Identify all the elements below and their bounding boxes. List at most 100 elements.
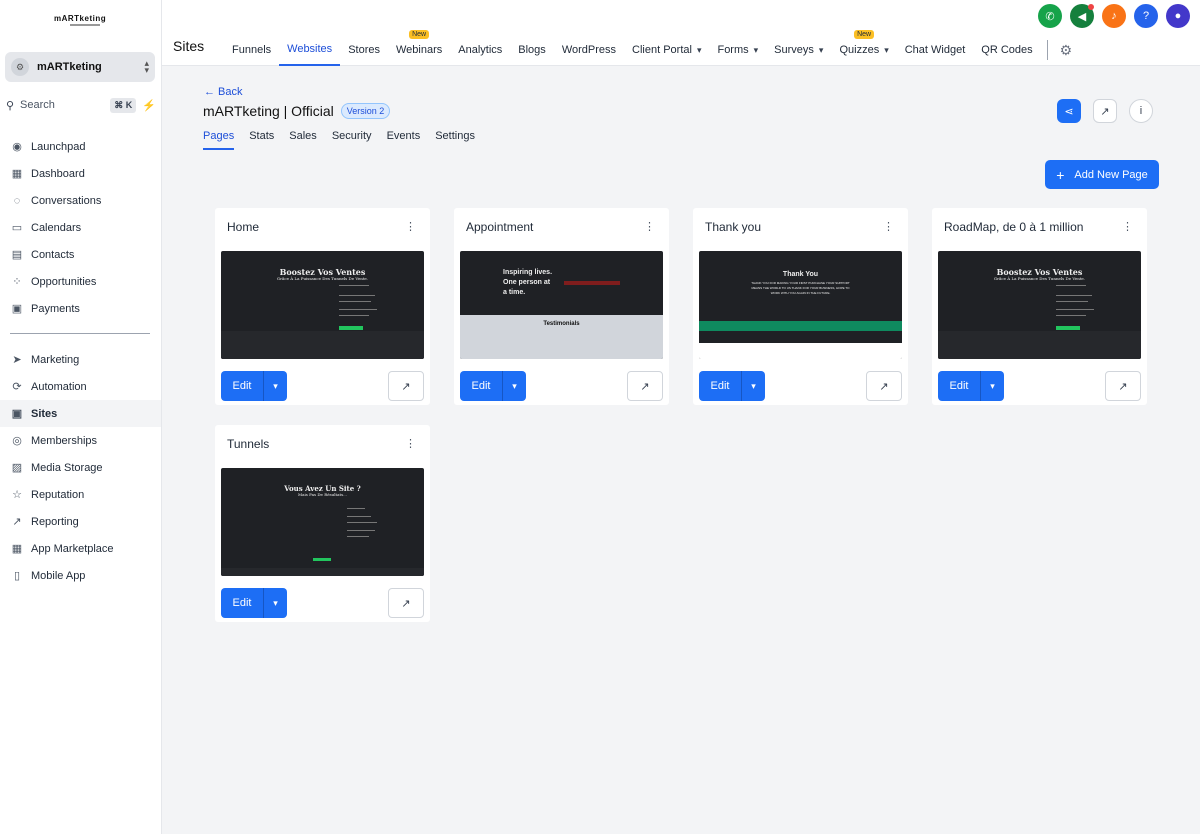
thumb-green-band xyxy=(699,321,902,331)
lightning-icon[interactable]: ⚡ xyxy=(142,99,156,112)
sidebar-item-opportunities[interactable]: ⁘ Opportunities xyxy=(0,268,161,295)
more-vertical-icon[interactable]: ⋮ xyxy=(405,437,416,450)
subtab-security[interactable]: Security xyxy=(332,130,372,150)
page-thumbnail[interactable]: Boostez Vos Ventes Grâce À La Puissance D… xyxy=(221,251,424,359)
sidebar-item-contacts[interactable]: ▤ Contacts xyxy=(0,241,161,268)
sidebar-item-automation[interactable]: ⟳ Automation xyxy=(0,373,161,400)
tab-label: QR Codes xyxy=(981,44,1033,56)
open-page-button[interactable]: ↗ xyxy=(388,588,424,618)
sidebar-item-media-storage[interactable]: ▨ Media Storage xyxy=(0,454,161,481)
sidebar: mARTketing ⚙ mARTketing ▴ ▾ ⚲ Search ⌘ K … xyxy=(0,0,162,834)
tab-stores[interactable]: Stores xyxy=(340,34,388,66)
chevron-down-icon: ▾ xyxy=(273,380,278,391)
open-page-button[interactable]: ↗ xyxy=(1105,371,1141,401)
edit-button[interactable]: Edit xyxy=(699,371,741,401)
new-badge: New xyxy=(854,30,875,39)
subtab-stats[interactable]: Stats xyxy=(249,130,274,150)
tab-label: WordPress xyxy=(561,44,617,56)
tab-blogs[interactable]: Blogs xyxy=(510,34,554,66)
brand-logo[interactable]: mARTketing xyxy=(54,14,106,23)
edit-button[interactable]: Edit xyxy=(221,588,263,618)
thumb-button xyxy=(1056,326,1080,330)
edit-button[interactable]: Edit xyxy=(460,371,502,401)
page-thumbnail[interactable]: Inspiring lives. One person at a time. Test… xyxy=(460,251,663,359)
more-vertical-icon[interactable]: ⋮ xyxy=(1122,220,1133,233)
edit-dropdown-button[interactable]: ▾ xyxy=(980,371,1004,401)
edit-dropdown-button[interactable]: ▾ xyxy=(502,371,526,401)
more-vertical-icon[interactable]: ⋮ xyxy=(405,220,416,233)
share-button[interactable]: ⋖ xyxy=(1057,99,1081,123)
tab-surveys[interactable]: Surveys ▾ xyxy=(766,34,831,66)
more-vertical-icon[interactable]: ⋮ xyxy=(883,220,894,233)
edit-dropdown-button[interactable]: ▾ xyxy=(741,371,765,401)
open-page-button[interactable]: ↗ xyxy=(388,371,424,401)
tab-label: Chat Widget xyxy=(904,44,966,56)
sidebar-item-calendars[interactable]: ▭ Calendars xyxy=(0,214,161,241)
sidebar-item-reputation[interactable]: ☆ Reputation xyxy=(0,481,161,508)
sidebar-item-app-marketplace[interactable]: ▦ App Marketplace xyxy=(0,535,161,562)
sidebar-item-sites[interactable]: ▣ Sites xyxy=(0,400,161,427)
sidebar-item-conversations[interactable]: ◌ Conversations xyxy=(0,187,161,214)
tab-forms[interactable]: Forms ▾ xyxy=(709,34,766,66)
tab-wordpress[interactable]: WordPress xyxy=(554,34,624,66)
external-link-icon: ↗ xyxy=(401,597,411,610)
edit-button-group: Edit ▾ xyxy=(699,371,765,401)
edit-dropdown-button[interactable]: ▾ xyxy=(263,588,287,618)
logo-underline xyxy=(70,24,100,26)
sidebar-search[interactable]: ⚲ Search ⌘ K ⚡ xyxy=(6,96,156,114)
page-thumbnail[interactable]: Boostez Vos Ventes Grâce À La Puissance D… xyxy=(938,251,1141,359)
sidebar-item-mobile-app[interactable]: ▯ Mobile App xyxy=(0,562,161,589)
page-card: Appointment ⋮ Inspiring lives. One person a… xyxy=(454,208,669,405)
tab-funnels[interactable]: Funnels xyxy=(224,34,279,66)
edit-button[interactable]: Edit xyxy=(221,371,263,401)
open-page-button[interactable]: ↗ xyxy=(866,371,902,401)
back-link[interactable]: ← Back xyxy=(204,86,243,98)
sites-icon: ▣ xyxy=(11,408,23,420)
sidebar-item-payments[interactable]: ▣ Payments xyxy=(0,295,161,322)
phone-icon[interactable]: ✆ xyxy=(1038,4,1062,28)
help-icon[interactable]: ? xyxy=(1134,4,1158,28)
sidebar-item-reporting[interactable]: ↗ Reporting xyxy=(0,508,161,535)
tab-label: Client Portal xyxy=(632,44,692,56)
sidebar-item-launchpad[interactable]: ◉ Launchpad xyxy=(0,133,161,160)
info-button[interactable]: i xyxy=(1129,99,1153,123)
external-link-icon: ↗ xyxy=(879,380,889,393)
thumb-text-line xyxy=(1056,309,1094,310)
tab-analytics[interactable]: Analytics xyxy=(450,34,510,66)
external-link-icon: ↗ xyxy=(1100,105,1110,118)
page-card: RoadMap, de 0 à 1 million ⋮ Boostez Vos Ve… xyxy=(932,208,1147,405)
open-site-button[interactable]: ↗ xyxy=(1093,99,1117,123)
tab-chat-widget[interactable]: Chat Widget xyxy=(897,34,974,66)
tab-quizzes[interactable]: Quizzes ▾ New xyxy=(831,30,896,66)
chevron-down-icon: ▾ xyxy=(512,380,517,391)
edit-dropdown-button[interactable]: ▾ xyxy=(263,371,287,401)
thumb-subheadline: Grâce À La Puissance Des Tunnels De Vent… xyxy=(993,276,1086,281)
sidebar-nav-bottom: ➤ Marketing ⟳ Automation ▣ Sites ◎ Memberships ▨… xyxy=(0,346,161,589)
subtab-events[interactable]: Events xyxy=(387,130,421,150)
sidebar-item-memberships[interactable]: ◎ Memberships xyxy=(0,427,161,454)
account-switcher[interactable]: ⚙ mARTketing ▴ ▾ xyxy=(5,52,155,82)
avatar[interactable]: ● xyxy=(1166,4,1190,28)
tab-qr-codes[interactable]: QR Codes xyxy=(973,34,1040,66)
sidebar-item-label: Marketing xyxy=(31,353,80,366)
gear-icon[interactable]: ⚙ xyxy=(1054,34,1079,66)
tab-client-portal[interactable]: Client Portal ▾ xyxy=(624,34,709,66)
page-thumbnail[interactable]: Vous Avez Un Site ? Mais Pas De Résultats… xyxy=(221,468,424,576)
tab-label: Stores xyxy=(348,44,380,56)
page-thumbnail[interactable]: Thank You THANK YOU FOR MAKING YOUR FIRST… xyxy=(699,251,902,359)
tab-websites[interactable]: Websites xyxy=(279,34,341,66)
sidebar-item-dashboard[interactable]: ▦ Dashboard xyxy=(0,160,161,187)
edit-button[interactable]: Edit xyxy=(938,371,980,401)
bell-icon[interactable]: ♪ xyxy=(1102,4,1126,28)
subtab-sales[interactable]: Sales xyxy=(289,130,317,150)
add-new-page-button[interactable]: + Add New Page xyxy=(1045,160,1159,189)
megaphone-icon[interactable]: ◀ xyxy=(1070,4,1094,28)
sidebar-item-marketing[interactable]: ➤ Marketing xyxy=(0,346,161,373)
chevron-updown-icon: ▴ ▾ xyxy=(144,58,149,75)
open-page-button[interactable]: ↗ xyxy=(627,371,663,401)
version-badge[interactable]: Version 2 xyxy=(340,103,391,119)
subtab-settings[interactable]: Settings xyxy=(435,130,475,150)
tab-webinars[interactable]: Webinars New xyxy=(388,30,450,66)
subtab-pages[interactable]: Pages xyxy=(203,130,235,150)
more-vertical-icon[interactable]: ⋮ xyxy=(644,220,655,233)
